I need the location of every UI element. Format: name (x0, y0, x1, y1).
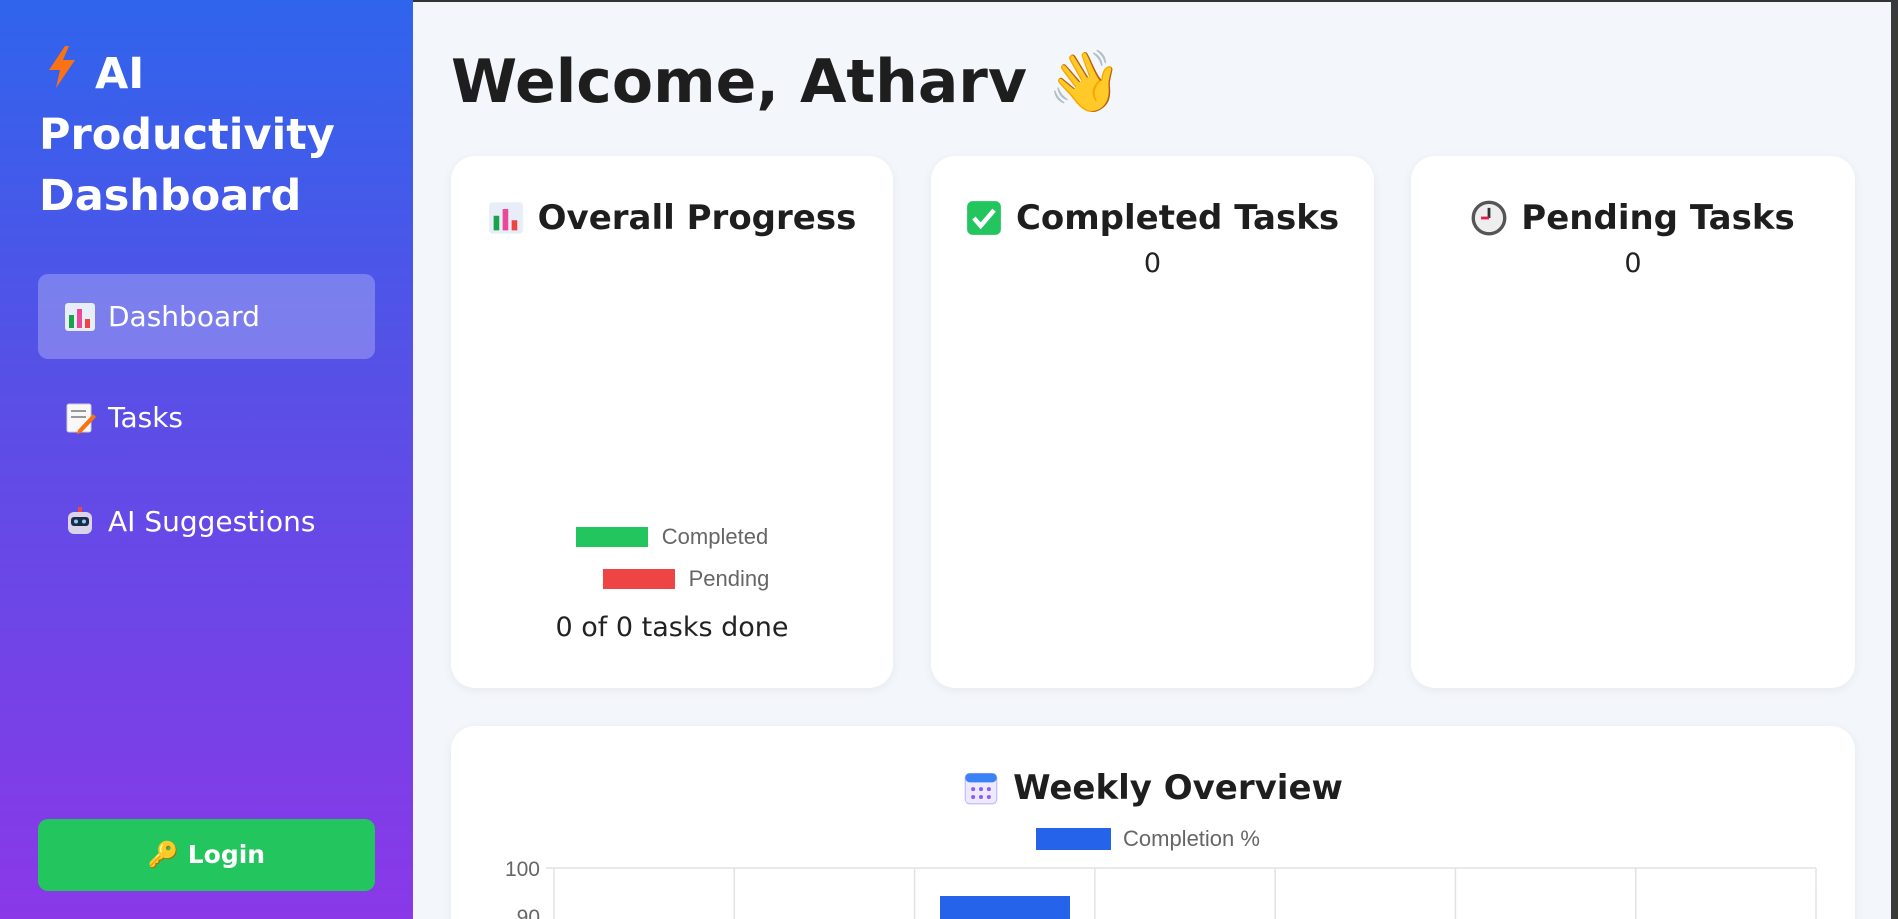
overall-progress-card: Overall Progress Completed Pending 0 of … (451, 156, 893, 688)
chart-bar (940, 896, 1070, 919)
legend-swatch-completed (575, 527, 648, 547)
legend-completed[interactable]: Completed (451, 524, 893, 550)
tasks-done-summary: 0 of 0 tasks done (555, 612, 789, 643)
pending-title: Pending Tasks (1521, 198, 1795, 238)
legend-pending[interactable]: Pending (451, 566, 893, 592)
clock-icon (1471, 200, 1507, 236)
robot-icon (64, 506, 96, 538)
login-button[interactable]: 🔑 Login (38, 819, 375, 891)
chart-y-ticks: 100 90 (505, 858, 540, 919)
brand: AI Productivity Dashboard (39, 44, 379, 227)
card-title: Completed Tasks (931, 198, 1374, 238)
legend-swatch-completion (1036, 828, 1111, 850)
bar-chart-icon (64, 301, 96, 333)
bar-chart-icon (488, 200, 524, 236)
sidebar: AI Productivity Dashboard Dashboard Task… (0, 0, 413, 919)
check-mark-icon (966, 200, 1002, 236)
legend-label: Completed (661, 524, 769, 549)
sidebar-item-tasks[interactable]: Tasks (38, 375, 375, 460)
chart-y-tick-label: 90 (517, 906, 540, 919)
memo-icon (64, 402, 96, 434)
chart-gridlines (546, 867, 1817, 919)
completed-title: Completed Tasks (1015, 198, 1340, 238)
lightning-bolt-icon (47, 44, 95, 105)
sidebar-item-ai-suggestions[interactable]: AI Suggestions (38, 479, 375, 564)
sidebar-item-label: AI Suggestions (108, 505, 316, 538)
card-title: Overall Progress (451, 198, 893, 238)
pending-tasks-card: Pending Tasks 0 (1411, 156, 1855, 688)
legend-label: Pending (688, 566, 770, 591)
window-edge (1891, 0, 1898, 919)
card-title: Pending Tasks (1411, 198, 1855, 238)
progress-title: Overall Progress (537, 198, 857, 238)
completed-count: 0 (1143, 248, 1162, 279)
sidebar-item-label: Dashboard (108, 300, 260, 333)
page-title: Welcome, Atharv 👋 (451, 47, 1123, 117)
chart-y-tick-label: 100 (505, 858, 540, 881)
legend-label-completion: Completion % (1123, 826, 1260, 851)
weekly-chart: Completion % 100 90 (505, 826, 1817, 919)
legend-swatch-pending (602, 569, 675, 589)
pending-count: 0 (1624, 248, 1642, 279)
completed-tasks-card: Completed Tasks 0 (931, 156, 1374, 688)
top-border (413, 0, 1898, 2)
sidebar-item-dashboard[interactable]: Dashboard (38, 274, 375, 359)
weekly-overview-card: Weekly Overview Completion % 100 90 (451, 726, 1855, 919)
sidebar-item-label: Tasks (108, 401, 184, 434)
